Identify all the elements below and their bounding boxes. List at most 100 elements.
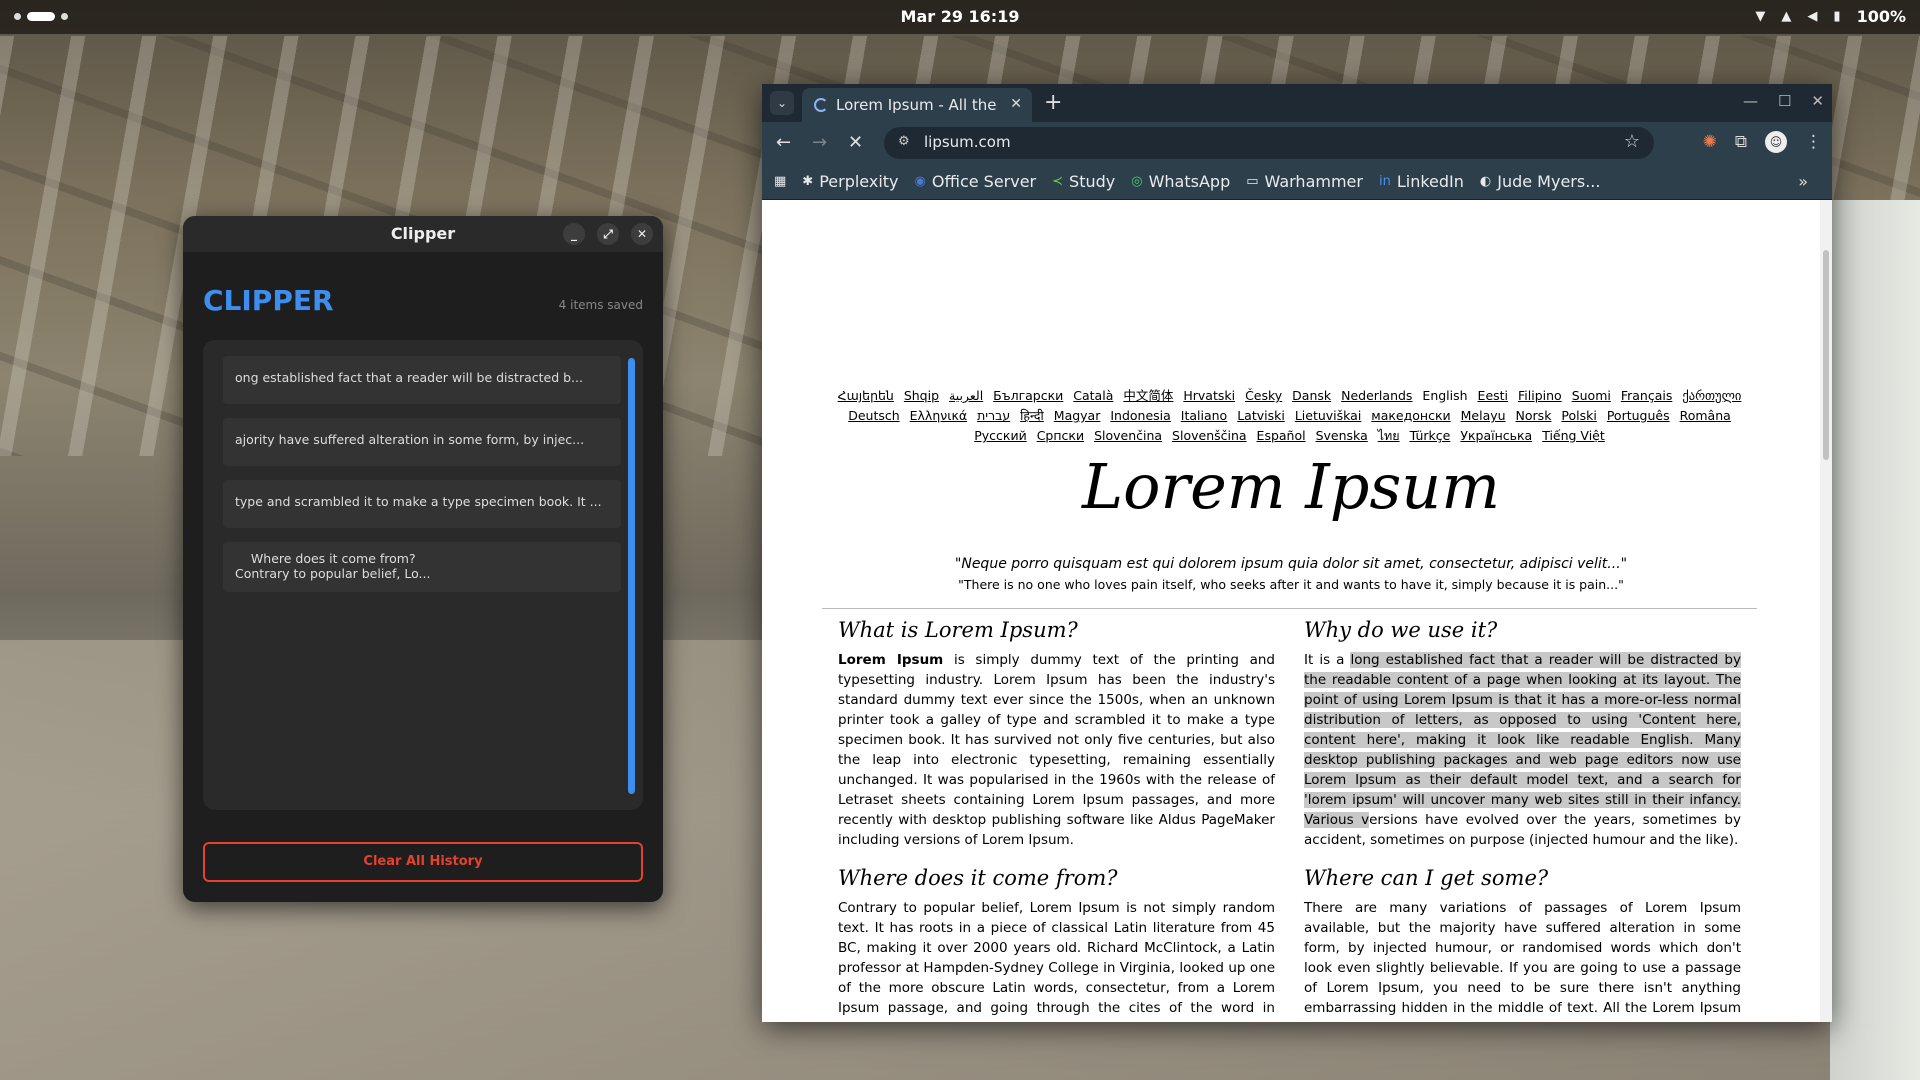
bookmark-whatsapp[interactable]: ◎ WhatsApp (1131, 172, 1230, 191)
language-link[interactable]: Türkçe (1410, 428, 1451, 443)
loading-spinner-icon (814, 98, 828, 112)
page-scrollbar[interactable] (1820, 200, 1832, 1022)
language-link[interactable]: Ελληνικά (910, 408, 967, 423)
window-controls: — ☐ ✕ (1743, 92, 1824, 110)
language-link[interactable]: Tiếng Việt (1542, 428, 1605, 443)
browser-window: ⌄ Lorem Ipsum - All the ✕ + — ☐ ✕ ← → ✕ … (762, 84, 1832, 1022)
language-link[interactable]: ქართული (1682, 388, 1741, 403)
clipboard-list: ong established fact that a reader will … (203, 340, 643, 810)
language-link[interactable]: ไทย (1378, 428, 1400, 443)
language-link[interactable]: Pусский (974, 428, 1026, 443)
clipboard-item[interactable]: type and scrambled it to make a type spe… (223, 480, 621, 528)
clipboard-item[interactable]: Where does it come from? Contrary to pop… (223, 542, 621, 592)
bookmark-warhammer[interactable]: ▭ Warhammer (1246, 172, 1363, 191)
language-link[interactable]: Norsk (1516, 408, 1552, 423)
clipper-titlebar[interactable]: Clipper _ ⤢ ✕ (183, 216, 663, 252)
language-link[interactable]: Latviski (1237, 408, 1285, 423)
minimize-button[interactable]: — (1743, 92, 1758, 110)
language-link[interactable]: Lietuviškai (1295, 408, 1362, 423)
bookmark-star-icon[interactable]: ☆ (1624, 131, 1640, 152)
what-heading: What is Lorem Ipsum? (838, 618, 1078, 642)
language-link[interactable]: 中文简体 (1123, 388, 1173, 403)
close-tab-icon[interactable]: ✕ (1010, 96, 1022, 112)
language-link[interactable]: Melayu (1461, 408, 1506, 423)
tab-lorem-ipsum[interactable]: Lorem Ipsum - All the ✕ (802, 88, 1032, 122)
language-link[interactable]: македонски (1371, 408, 1450, 423)
apps-grid-icon[interactable]: ▦ (774, 174, 786, 189)
app-title: CLIPPER (203, 284, 334, 317)
language-link[interactable]: Eesti (1478, 388, 1508, 403)
close-button[interactable]: ✕ (1811, 92, 1824, 110)
more-bookmarks-icon[interactable]: » (1798, 172, 1808, 191)
language-link: English (1422, 388, 1468, 403)
where-heading: Where does it come from? (838, 866, 1118, 890)
language-link[interactable]: Nederlands (1341, 388, 1412, 403)
menu-kebab-icon[interactable]: ⋮ (1805, 132, 1822, 152)
browser-toolbar: ← → ✕ ⚙ lipsum.com ☆ ✺ ⧉ ☺ ⋮ (762, 122, 1832, 164)
why-section: Why do we use it? It is a long establish… (1304, 620, 1741, 850)
language-link[interactable]: Româna (1680, 408, 1731, 423)
language-link[interactable]: Italiano (1181, 408, 1227, 423)
extensions-puzzle-icon[interactable]: ⧉ (1735, 132, 1747, 152)
get-heading: Where can I get some? (1304, 866, 1549, 890)
clipboard-item[interactable]: ong established fact that a reader will … (223, 356, 621, 404)
language-link[interactable]: Hrvatski (1183, 388, 1235, 403)
language-link[interactable]: Հայերեն (838, 388, 894, 403)
forward-button[interactable]: → (812, 132, 827, 153)
tab-strip: ⌄ Lorem Ipsum - All the ✕ + — ☐ ✕ (762, 84, 1832, 122)
language-link[interactable]: עברית (977, 408, 1010, 423)
get-paragraph: There are many variations of passages of… (1304, 900, 1741, 1022)
bookmark-office-server[interactable]: ◉ Office Server (915, 172, 1037, 191)
profile-avatar[interactable]: ☺ (1765, 131, 1787, 153)
list-scrollbar[interactable] (628, 358, 635, 794)
language-link[interactable]: Български (993, 388, 1063, 403)
language-link[interactable]: Español (1257, 428, 1306, 443)
get-section: Where can I get some? There are many var… (1304, 866, 1741, 1023)
close-button[interactable]: ✕ (631, 223, 653, 245)
language-link[interactable]: हिन्दी (1020, 408, 1044, 423)
minimize-button[interactable]: _ (563, 223, 585, 245)
site-info-icon[interactable]: ⚙ (898, 134, 910, 149)
clock[interactable]: Mar 29 16:19 (0, 7, 1920, 26)
language-link[interactable]: العربية (949, 388, 983, 403)
language-link[interactable]: Dansk (1292, 388, 1331, 403)
language-link[interactable]: Česky (1245, 388, 1282, 403)
language-link[interactable]: Suomi (1572, 388, 1611, 403)
language-link[interactable]: Português (1607, 408, 1670, 423)
language-link[interactable]: Slovenščina (1172, 428, 1247, 443)
stop-button[interactable]: ✕ (848, 132, 863, 153)
scrollbar-thumb[interactable] (1823, 250, 1829, 460)
clear-history-button[interactable]: Clear All History (203, 842, 643, 882)
notification-icon: ▲ (1781, 9, 1792, 24)
divider (822, 608, 1757, 609)
english-quote: "There is no one who loves pain itself, … (958, 577, 1624, 592)
maximize-button[interactable]: ☐ (1778, 92, 1791, 110)
bookmark-perplexity[interactable]: ✱ Perplexity (802, 172, 898, 191)
clipboard-item[interactable]: ajority have suffered alteration in some… (223, 418, 621, 466)
language-link[interactable]: Magyar (1054, 408, 1101, 423)
language-link[interactable]: Svenska (1316, 428, 1368, 443)
bookmark-jude-myers[interactable]: ◐ Jude Myers... (1480, 172, 1601, 191)
bookmark-linkedin[interactable]: in LinkedIn (1379, 172, 1464, 191)
language-link[interactable]: Polski (1561, 408, 1596, 423)
new-tab-button[interactable]: + (1044, 90, 1062, 115)
language-link[interactable]: Shqip (904, 388, 939, 403)
bookmark-study[interactable]: ≺ Study (1052, 172, 1115, 191)
language-link[interactable]: Français (1621, 388, 1673, 403)
language-link[interactable]: Slovenčina (1094, 428, 1162, 443)
extension-icon[interactable]: ✺ (1703, 132, 1717, 152)
address-bar[interactable]: ⚙ lipsum.com ☆ (884, 127, 1654, 159)
language-link[interactable]: Deutsch (848, 408, 899, 423)
language-link[interactable]: Català (1073, 388, 1113, 403)
language-link[interactable]: Српски (1037, 428, 1084, 443)
language-link[interactable]: Filipino (1518, 388, 1562, 403)
language-link[interactable]: Українська (1460, 428, 1532, 443)
url-text: lipsum.com (924, 133, 1011, 151)
system-status[interactable]: ▼ ▲ ◀ ▮ 100% (1755, 7, 1906, 26)
back-button[interactable]: ← (776, 132, 791, 153)
language-link[interactable]: Indonesia (1110, 408, 1170, 423)
tab-search-button[interactable]: ⌄ (770, 91, 794, 115)
globe-icon: ◉ (914, 174, 926, 189)
maximize-button[interactable]: ⤢ (597, 223, 619, 245)
why-paragraph[interactable]: It is a long established fact that a rea… (1304, 650, 1741, 850)
